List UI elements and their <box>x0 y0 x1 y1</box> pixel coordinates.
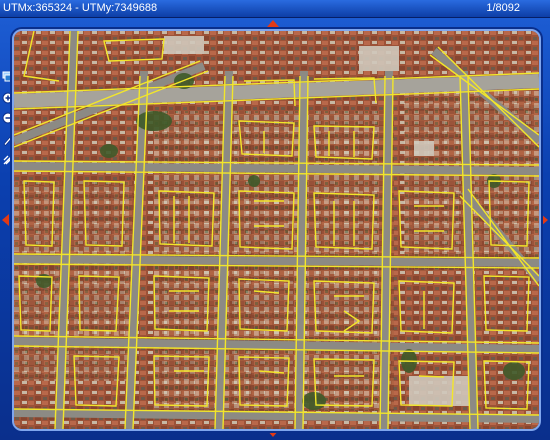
pan-down-arrow-icon[interactable] <box>267 430 279 437</box>
utm-coordinates: UTMx:365324 - UTMy:7349688 <box>3 2 158 14</box>
top-status-bar: UTMx:365324 - UTMy:7349688 1/8092 <box>0 0 550 18</box>
pan-left-arrow-icon[interactable] <box>2 214 9 226</box>
aerial-map-view[interactable] <box>12 29 541 431</box>
pan-right-arrow-icon[interactable] <box>541 214 548 226</box>
pan-up-arrow-icon[interactable] <box>267 20 279 27</box>
image-counter: 1/8092 <box>486 2 520 14</box>
aerial-photo <box>14 31 539 429</box>
